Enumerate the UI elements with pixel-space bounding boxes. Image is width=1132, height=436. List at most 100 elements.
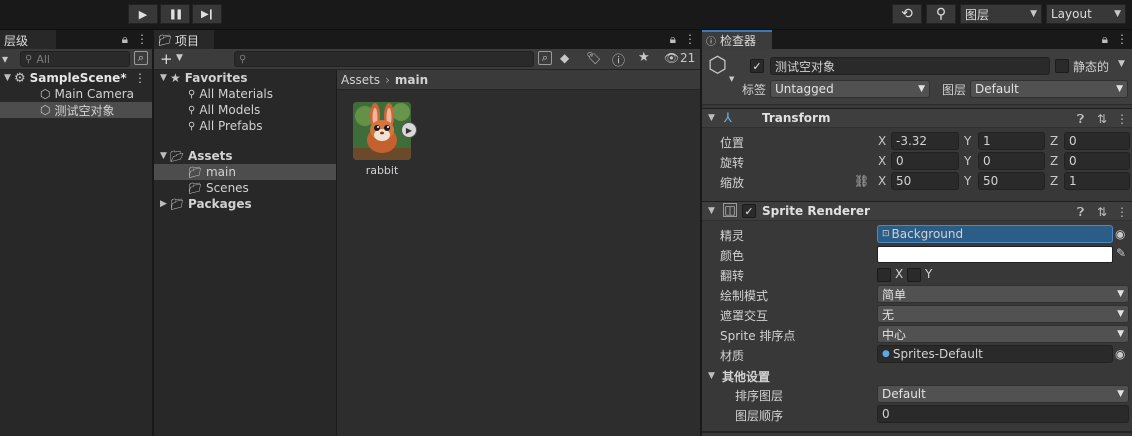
- order-in-layer-field[interactable]: 0: [877, 405, 1129, 423]
- color-swatch-field[interactable]: [877, 246, 1113, 263]
- scene-visibility-icon[interactable]: ⌕: [134, 51, 148, 65]
- scale-y-field[interactable]: 50: [978, 172, 1045, 190]
- help-icon[interactable]: ❓︎: [1077, 112, 1084, 127]
- breadcrumb-current[interactable]: main: [395, 73, 428, 87]
- log-type-filter-icon[interactable]: ⓘ: [612, 50, 625, 69]
- hierarchy-item[interactable]: ⬡ 测试空对象: [0, 102, 152, 118]
- mask-interaction-label: 遮罩交互: [720, 309, 769, 323]
- object-picker-icon[interactable]: ◉: [1115, 227, 1125, 241]
- search-by-type-icon[interactable]: ⌕: [538, 51, 552, 65]
- collapse-arrow-icon[interactable]: ▶: [160, 199, 170, 209]
- folder-icon: 📁︎: [170, 197, 184, 211]
- flip-x-checkbox[interactable]: [877, 268, 891, 282]
- more-menu-icon[interactable]: ⋮: [684, 32, 696, 47]
- expand-arrow-icon[interactable]: ▼: [160, 73, 170, 83]
- more-menu-icon[interactable]: ⋮: [134, 71, 146, 85]
- tab-inspector[interactable]: ⓘ 检查器: [702, 30, 772, 49]
- favorites-row[interactable]: ▼ ★ Favorites: [154, 70, 336, 86]
- favorite-item[interactable]: ⚲ All Materials: [154, 86, 336, 102]
- favorite-star-icon[interactable]: ★: [638, 50, 650, 65]
- favorite-item[interactable]: ⚲ All Prefabs: [154, 118, 336, 134]
- expand-arrow-icon[interactable]: ▼: [708, 371, 718, 381]
- preset-sliders-icon[interactable]: ⇅: [1097, 112, 1107, 126]
- more-menu-icon[interactable]: ⋮: [1116, 205, 1128, 219]
- play-preview-icon[interactable]: ▶: [401, 122, 417, 138]
- object-name-value: 测试空对象: [775, 59, 836, 74]
- asset-item-rabbit[interactable]: ▶ rabbit: [351, 100, 417, 180]
- scale-x-field[interactable]: 50: [891, 172, 959, 190]
- tag-dropdown[interactable]: Untagged ▼: [770, 80, 930, 98]
- draw-mode-dropdown[interactable]: 简单 ▼: [877, 285, 1129, 303]
- expand-arrow-icon[interactable]: ▼: [708, 113, 715, 123]
- info-icon: ⓘ: [706, 37, 716, 48]
- layer-dropdown[interactable]: Default ▼: [970, 80, 1128, 98]
- sprite-renderer-enabled-checkbox[interactable]: ✓: [742, 204, 756, 218]
- layers-dropdown[interactable]: 图层 ▼: [960, 4, 1042, 24]
- constrain-proportions-link-icon[interactable]: ⛓︎: [854, 174, 869, 188]
- rotation-x-field[interactable]: 0: [891, 152, 959, 170]
- tab-hierarchy[interactable]: 层级: [0, 30, 56, 49]
- material-object-field[interactable]: ● Sprites-Default: [877, 345, 1113, 363]
- layout-dropdown[interactable]: Layout ▼: [1046, 4, 1126, 24]
- hierarchy-item[interactable]: ⬡ Main Camera: [0, 86, 152, 102]
- hierarchy-search-input[interactable]: ⚲ All: [20, 51, 130, 67]
- tab-project[interactable]: 📁︎ 项目: [154, 30, 214, 49]
- sprite-object-field[interactable]: ⊡ Background: [877, 225, 1113, 243]
- additional-settings-foldout[interactable]: ▼ 其他设置: [708, 368, 770, 384]
- project-folder-tree: ▼ ★ Favorites ⚲ All Materials ⚲ All Mode…: [154, 70, 336, 436]
- mask-interaction-dropdown[interactable]: 无 ▼: [877, 305, 1129, 323]
- sprite-renderer-icon: ◫: [723, 203, 737, 217]
- object-name-field[interactable]: 测试空对象: [770, 57, 1050, 75]
- play-button[interactable]: ▶: [128, 4, 158, 24]
- breadcrumb-root[interactable]: Assets: [341, 73, 380, 87]
- step-button[interactable]: ▶❙: [192, 4, 222, 24]
- scene-row[interactable]: ▼ ⚙ SampleScene* ⋮: [0, 70, 152, 86]
- sprite-sort-point-dropdown[interactable]: 中心 ▼: [877, 325, 1129, 343]
- filter-by-label-icon[interactable]: 🏷︎: [586, 51, 601, 65]
- search-button[interactable]: ⚲: [926, 4, 956, 24]
- lock-icon[interactable]: 🔒︎: [122, 32, 128, 47]
- project-search-input[interactable]: ⚲: [234, 51, 534, 67]
- expand-arrow-icon[interactable]: ▼: [160, 151, 170, 161]
- sprite-renderer-header[interactable]: ▼ ◫ ✓ Sprite Renderer ❓︎ ⇅ ⋮: [702, 201, 1132, 221]
- more-menu-icon[interactable]: ⋮: [1116, 112, 1128, 126]
- eyedropper-icon[interactable]: ✎: [1116, 246, 1126, 260]
- static-checkbox[interactable]: [1055, 59, 1069, 73]
- hidden-packages-eye-icon[interactable]: 👁︎: [664, 51, 679, 65]
- undo-history-button[interactable]: ⟲: [892, 4, 922, 24]
- favorite-item[interactable]: ⚲ All Models: [154, 102, 336, 118]
- chevron-down-icon[interactable]: ▼: [729, 75, 734, 83]
- flip-y-checkbox[interactable]: [907, 268, 921, 282]
- active-toggle-checkbox[interactable]: ✓: [750, 59, 764, 73]
- expand-arrow-icon[interactable]: ▼: [708, 206, 715, 216]
- filter-by-type-icon[interactable]: ◆: [560, 51, 569, 65]
- sorting-layer-dropdown[interactable]: Default ▼: [877, 385, 1129, 403]
- scale-z-field[interactable]: 1: [1064, 172, 1130, 190]
- preset-sliders-icon[interactable]: ⇅: [1097, 205, 1107, 219]
- add-asset-button[interactable]: +: [160, 50, 173, 68]
- pause-button[interactable]: ❚❚: [160, 4, 190, 24]
- rotation-y-field[interactable]: 0: [978, 152, 1045, 170]
- lock-icon[interactable]: 🔒︎: [1102, 32, 1108, 47]
- transform-header[interactable]: ▼ ⅄ Transform ❓︎ ⇅ ⋮: [702, 108, 1132, 128]
- more-menu-icon[interactable]: ⋮: [1116, 32, 1128, 47]
- folder-item[interactable]: 📁︎ Scenes: [154, 180, 336, 196]
- folder-item[interactable]: 📁︎ main: [154, 164, 336, 180]
- help-icon[interactable]: ❓︎: [1077, 205, 1084, 220]
- rotation-z-field[interactable]: 0: [1064, 152, 1130, 170]
- packages-row[interactable]: ▶ 📁︎ Packages: [154, 196, 336, 212]
- project-panel: 📁︎ 项目 🔒︎ ⋮ + ▼ ⚲ ⌕ ◆ 🏷︎ ⓘ ★ 👁︎ 21 ▼ ★ Fa…: [154, 30, 700, 436]
- object-picker-icon[interactable]: ◉: [1115, 347, 1125, 361]
- more-menu-icon[interactable]: ⋮: [136, 32, 148, 47]
- chevron-down-icon[interactable]: ▼: [176, 53, 183, 63]
- hierarchy-item-label: Main Camera: [54, 87, 135, 101]
- create-dropdown-icon[interactable]: ▾: [2, 52, 8, 66]
- chevron-down-icon[interactable]: ▼: [1118, 59, 1125, 69]
- assets-row[interactable]: ▼ 📂︎ Assets: [154, 148, 336, 164]
- position-z-field[interactable]: 0: [1064, 132, 1130, 150]
- gameobject-cube-icon[interactable]: ⬡: [708, 53, 727, 78]
- position-x-field[interactable]: -3.32: [891, 132, 959, 150]
- lock-icon[interactable]: 🔒︎: [670, 32, 676, 47]
- expand-arrow-icon[interactable]: ▼: [4, 73, 14, 83]
- position-y-field[interactable]: 1: [978, 132, 1045, 150]
